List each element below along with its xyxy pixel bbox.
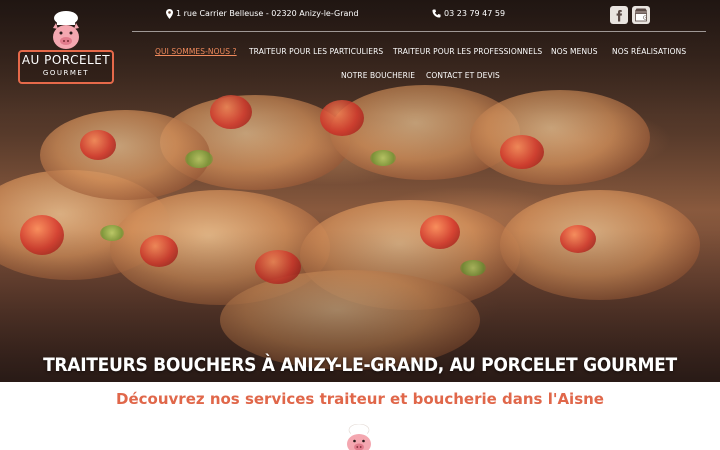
nav-item-particuliers[interactable]: TRAITEUR POUR LES PARTICULIERS xyxy=(249,47,383,56)
map-pin-icon xyxy=(166,8,173,19)
phone-icon xyxy=(432,9,441,18)
facebook-icon xyxy=(616,10,622,22)
svg-text:G: G xyxy=(643,16,647,22)
page-subtitle: Découvrez nos services traiteur et bouch… xyxy=(116,390,604,408)
google-my-business-icon: G xyxy=(635,8,647,22)
address-text: 1 rue Carrier Belleuse - 02320 Anizy-le-… xyxy=(176,9,359,18)
facebook-link[interactable] xyxy=(610,6,628,24)
google-my-business-link[interactable]: G xyxy=(632,6,650,24)
site-logo[interactable]: AU PORCELET GOURMET xyxy=(18,8,114,90)
nav-item-contact[interactable]: CONTACT ET DEVIS xyxy=(426,71,500,80)
pig-chef-icon xyxy=(53,11,79,49)
phone-info[interactable]: 03 23 79 47 59 xyxy=(432,7,505,21)
phone-text: 03 23 79 47 59 xyxy=(444,9,506,18)
nav-divider xyxy=(132,31,706,32)
nav-item-realisations[interactable]: NOS RÉALISATIONS xyxy=(612,47,686,56)
address-info: 1 rue Carrier Belleuse - 02320 Anizy-le-… xyxy=(166,7,359,21)
nav-item-qui-sommes-nous[interactable]: QUI SOMMES-NOUS ? xyxy=(155,47,237,56)
hero-title: TRAITEURS BOUCHERS À ANIZY-LE-GRAND, AU … xyxy=(43,354,677,376)
pig-chef-icon xyxy=(347,424,371,450)
nav-item-boucherie[interactable]: NOTRE BOUCHERIE xyxy=(341,71,415,80)
nav-item-professionnels[interactable]: TRAITEUR POUR LES PROFESSIONNELS xyxy=(393,47,542,56)
nav-item-menus[interactable]: NOS MENUS xyxy=(551,47,598,56)
logo-subtitle: GOURMET xyxy=(42,69,90,77)
logo-name: AU PORCELET xyxy=(21,53,111,67)
